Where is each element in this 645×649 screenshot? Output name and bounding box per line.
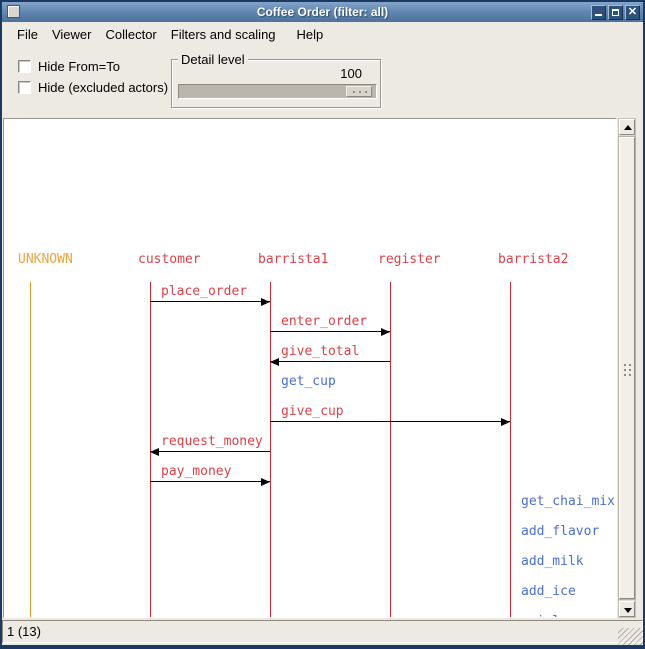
- message-line-request_money: [150, 451, 270, 452]
- arrowhead-icon: [261, 478, 270, 486]
- menu-file[interactable]: File: [10, 25, 45, 44]
- message-label-enter_order[interactable]: enter_order: [281, 314, 367, 329]
- hide-excluded-actors-checkbox[interactable]: [18, 81, 31, 94]
- maximize-icon: [612, 9, 619, 16]
- message-label-pay_money[interactable]: pay_money: [161, 464, 231, 479]
- status-bar: 1 (13): [2, 620, 643, 643]
- arrow-up-icon: [624, 125, 632, 130]
- menu-help[interactable]: Help: [290, 25, 331, 44]
- slider-grip-icon: [353, 91, 368, 93]
- message-label-place_order[interactable]: place_order: [161, 284, 247, 299]
- lifeline-barrista1: [270, 282, 271, 618]
- arrowhead-icon: [381, 328, 390, 336]
- et-viewer-window: Coffee Order (filter: all) ✕ FileViewerC…: [0, 0, 645, 649]
- scroll-down-button[interactable]: [619, 601, 635, 617]
- menu-bar: FileViewerCollectorFilters and scaling He…: [2, 24, 643, 45]
- close-icon: ✕: [626, 6, 639, 19]
- detail-level-value: 100: [340, 66, 362, 81]
- minimize-icon: [595, 14, 602, 16]
- message-line-give_cup: [270, 421, 510, 422]
- menu-collector[interactable]: Collector: [98, 25, 163, 44]
- actor-label-barrista2[interactable]: barrista2: [498, 252, 568, 267]
- vertical-scrollbar[interactable]: [618, 118, 636, 618]
- hide-from-to-label: Hide From=To: [38, 59, 120, 74]
- resize-grip[interactable]: [618, 628, 644, 648]
- message-line-enter_order: [270, 331, 390, 332]
- actor-label-barrista1[interactable]: barrista1: [258, 252, 328, 267]
- window-icon: [7, 5, 20, 18]
- arrowhead-icon: [150, 448, 159, 456]
- lifeline-barrista2: [510, 282, 511, 618]
- message-line-pay_money: [150, 481, 270, 482]
- action-label-get_cup[interactable]: get_cup: [281, 374, 336, 389]
- scrollbar-grip-icon: [624, 364, 631, 378]
- toolbar: Hide From=To Hide (excluded actors) Deta…: [2, 45, 643, 117]
- title-bar[interactable]: Coffee Order (filter: all) ✕: [2, 2, 643, 22]
- arrow-down-icon: [624, 608, 632, 613]
- lifeline-unknown: [30, 282, 31, 618]
- detail-level-label: Detail level: [178, 52, 248, 67]
- detail-level-groupbox: Detail level 100: [171, 59, 381, 108]
- hide-from-to-checkbox[interactable]: [18, 60, 31, 73]
- actor-label-register[interactable]: register: [378, 252, 441, 267]
- action-label-add_flavor[interactable]: add_flavor: [521, 524, 599, 539]
- detail-level-slider[interactable]: [178, 84, 377, 99]
- arrowhead-icon: [270, 358, 279, 366]
- close-button[interactable]: ✕: [625, 5, 640, 20]
- message-line-place_order: [150, 301, 270, 302]
- actor-label-customer[interactable]: customer: [138, 252, 201, 267]
- message-label-give_cup[interactable]: give_cup: [281, 404, 344, 419]
- action-label-get_chai_mix[interactable]: get_chai_mix: [521, 494, 615, 509]
- message-line-give_total: [270, 361, 390, 362]
- scroll-up-button[interactable]: [619, 119, 635, 135]
- slider-handle[interactable]: [346, 86, 372, 97]
- maximize-button[interactable]: [608, 5, 623, 20]
- actor-label-unknown[interactable]: UNKNOWN: [18, 252, 73, 267]
- status-text: 1 (13): [7, 624, 41, 639]
- action-label-add_ice[interactable]: add_ice: [521, 584, 576, 599]
- lifeline-register: [390, 282, 391, 618]
- arrowhead-icon: [501, 418, 510, 426]
- hide-excluded-actors-label: Hide (excluded actors): [38, 80, 168, 95]
- window-title: Coffee Order (filter: all): [2, 5, 643, 19]
- menu-viewer[interactable]: Viewer: [45, 25, 99, 44]
- message-label-request_money[interactable]: request_money: [161, 434, 263, 449]
- scrollbar-thumb[interactable]: [619, 137, 635, 599]
- message-label-give_total[interactable]: give_total: [281, 344, 359, 359]
- menu-filters-and-scaling[interactable]: Filters and scaling: [164, 25, 283, 44]
- arrowhead-icon: [261, 298, 270, 306]
- action-label-add_milk[interactable]: add_milk: [521, 554, 584, 569]
- sequence-diagram-canvas[interactable]: UNKNOWN customer barrista1 register barrista…: [3, 118, 617, 618]
- minimize-button[interactable]: [591, 5, 606, 20]
- action-label-swirl[interactable]: swirl: [521, 614, 560, 618]
